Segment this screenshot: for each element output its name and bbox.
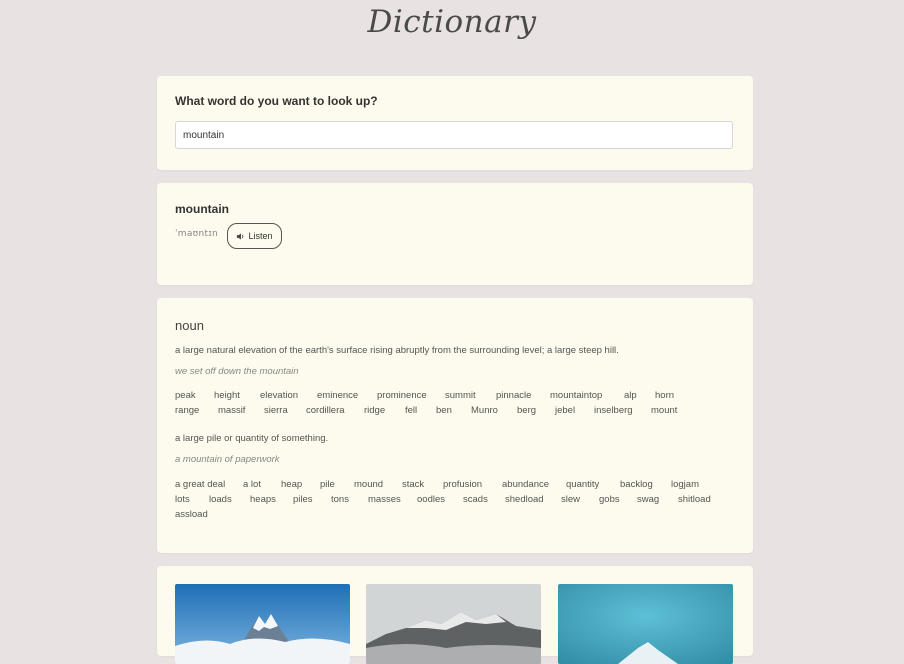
search-input[interactable]: [175, 121, 733, 149]
definition-1: a large natural elevation of the earth's…: [175, 345, 619, 356]
synonym[interactable]: Munro: [471, 405, 498, 416]
synonym[interactable]: loads: [209, 494, 232, 505]
synonym[interactable]: elevation: [260, 390, 298, 401]
part-of-speech: noun: [175, 318, 204, 333]
synonym[interactable]: sierra: [264, 405, 288, 416]
synonym[interactable]: a lot: [243, 479, 261, 490]
synonym[interactable]: berg: [517, 405, 536, 416]
synonym[interactable]: masses: [368, 494, 401, 505]
synonym[interactable]: massif: [218, 405, 245, 416]
synonym[interactable]: mount: [651, 405, 677, 416]
synonym[interactable]: heap: [281, 479, 302, 490]
photos-card: [157, 566, 753, 664]
synonym[interactable]: pinnacle: [496, 390, 531, 401]
synonym[interactable]: quantity: [566, 479, 599, 490]
word-heading: mountain: [175, 202, 229, 216]
synonym[interactable]: peak: [175, 390, 196, 401]
synonym[interactable]: piles: [293, 494, 313, 505]
example-2: a mountain of paperwork: [175, 454, 280, 465]
synonym[interactable]: horn: [655, 390, 674, 401]
synonym[interactable]: alp: [624, 390, 637, 401]
synonym[interactable]: lots: [175, 494, 190, 505]
synonym[interactable]: pile: [320, 479, 335, 490]
synonym[interactable]: prominence: [377, 390, 427, 401]
definition-2: a large pile or quantity of something.: [175, 433, 329, 444]
synonym[interactable]: mound: [354, 479, 383, 490]
synonym[interactable]: scads: [463, 494, 488, 505]
example-1: we set off down the mountain: [175, 366, 299, 377]
synonym[interactable]: swag: [637, 494, 659, 505]
mountain-photo-1[interactable]: [175, 584, 350, 664]
synonym[interactable]: mountaintop: [550, 390, 602, 401]
synonym[interactable]: shitload: [678, 494, 711, 505]
synonym[interactable]: shedload: [505, 494, 544, 505]
synonym[interactable]: tons: [331, 494, 349, 505]
synonym[interactable]: assload: [175, 509, 208, 520]
phonetic-text: ˈmaʊntɪn: [175, 229, 218, 239]
meaning-card: noun a large natural elevation of the ea…: [157, 298, 753, 553]
listen-label: Listen: [248, 231, 273, 241]
mountain-photo-3[interactable]: [558, 584, 733, 664]
synonym[interactable]: backlog: [620, 479, 653, 490]
listen-button[interactable]: Listen: [227, 223, 282, 249]
synonym[interactable]: ridge: [364, 405, 385, 416]
synonym[interactable]: a great deal: [175, 479, 225, 490]
word-card: mountain ˈmaʊntɪn Listen: [157, 183, 753, 285]
synonym[interactable]: cordillera: [306, 405, 345, 416]
search-question: What word do you want to look up?: [175, 94, 378, 108]
synonym[interactable]: heaps: [250, 494, 276, 505]
synonym[interactable]: height: [214, 390, 240, 401]
synonym[interactable]: inselberg: [594, 405, 633, 416]
speaker-icon: [237, 232, 244, 240]
synonym[interactable]: fell: [405, 405, 417, 416]
synonym[interactable]: logjam: [671, 479, 699, 490]
synonym[interactable]: oodles: [417, 494, 445, 505]
search-card: What word do you want to look up?: [157, 76, 753, 170]
synonym[interactable]: slew: [561, 494, 580, 505]
synonym[interactable]: abundance: [502, 479, 549, 490]
synonym[interactable]: range: [175, 405, 199, 416]
synonym[interactable]: jebel: [555, 405, 575, 416]
mountain-photo-2[interactable]: [366, 584, 541, 664]
synonym[interactable]: stack: [402, 479, 424, 490]
synonym[interactable]: ben: [436, 405, 452, 416]
synonym[interactable]: summit: [445, 390, 476, 401]
synonym[interactable]: gobs: [599, 494, 620, 505]
synonym[interactable]: profusion: [443, 479, 482, 490]
synonym[interactable]: eminence: [317, 390, 358, 401]
app-title: Dictionary: [367, 4, 537, 40]
